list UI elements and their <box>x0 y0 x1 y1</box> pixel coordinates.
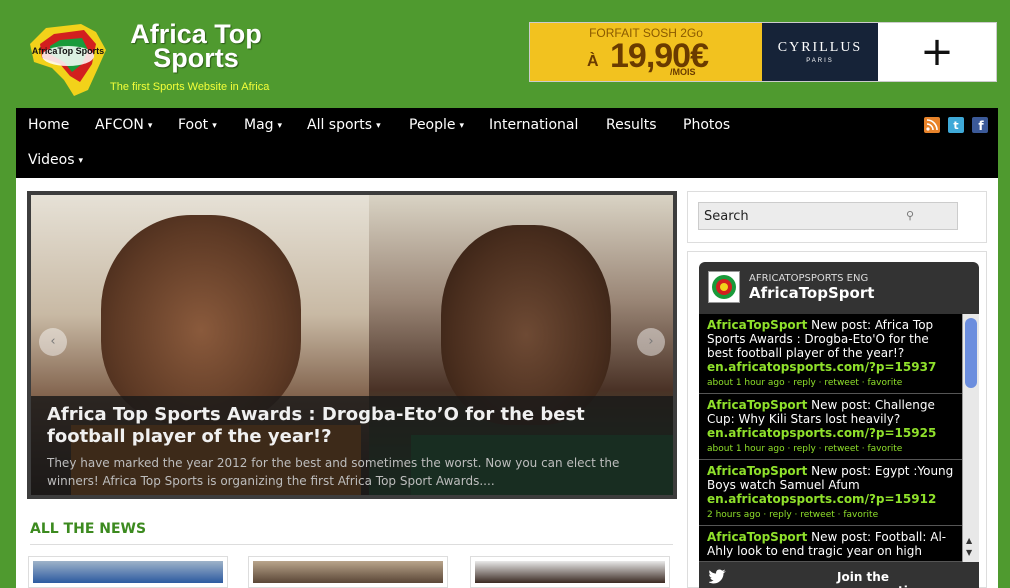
site-logo[interactable]: AfricaTop Sports Africa Top Sports The f… <box>26 18 286 100</box>
ad-cyrillus-name: CYRILLUS <box>777 40 863 55</box>
nav-item-mag[interactable]: Mag ▾ <box>244 117 282 133</box>
news-thumbnail[interactable] <box>28 556 228 588</box>
search-widget: ⚲ <box>687 191 987 243</box>
slider-caption[interactable]: Africa Top Sports Awards : Drogba-Eto’O … <box>31 396 673 495</box>
facebook-icon[interactable]: f <box>972 117 988 133</box>
tweet-item: AfricaTopSport New post: Africa Top Spor… <box>699 314 962 394</box>
tweet-link[interactable]: en.africatopsports.com/?p=15912 <box>707 492 954 506</box>
chevron-down-icon: ▾ <box>277 121 283 131</box>
africa-map-logo-icon: AfricaTop Sports <box>30 24 106 96</box>
chevron-down-icon: ▾ <box>212 121 217 131</box>
twitter-widget: AFRICATOPSPORTS ENG AfricaTopSport Afric… <box>699 262 979 588</box>
nav-item-videos[interactable]: Videos ▾ <box>28 152 83 168</box>
section-title-all-news: ALL THE NEWS <box>30 521 147 537</box>
nav-item-people[interactable]: People ▾ <box>409 117 464 133</box>
main-nav: Home AFCON ▾ Foot ▾ Mag ▾ All sports ▾ Peopl… <box>16 108 998 178</box>
tweet-author[interactable]: AfricaTopSport <box>707 530 807 544</box>
tweet-link[interactable]: en.africatopsports.com/?p=15925 <box>707 426 954 440</box>
ad-sosh[interactable]: FORFAIT SOSH 2Go À 19,90€ /MOIS <box>530 23 762 81</box>
nav-item-photos[interactable]: Photos <box>683 117 734 133</box>
player-photo <box>101 215 301 425</box>
chevron-down-icon: ▾ <box>78 156 84 166</box>
news-thumbnail[interactable] <box>248 556 448 588</box>
slider-next-button[interactable]: › <box>637 328 665 356</box>
svg-text:t: t <box>953 119 958 132</box>
twitter-bird-icon <box>709 569 726 584</box>
tweet-meta[interactable]: about 1 hour ago · reply · retweet · fav… <box>707 444 902 454</box>
nav-item-international[interactable]: International <box>489 117 582 133</box>
twitter-icon[interactable]: t <box>948 117 964 133</box>
tweet-author[interactable]: AfricaTopSport <box>707 398 807 412</box>
main-content: ‹ › Africa Top Sports Awards : Drogba-Et… <box>16 178 998 588</box>
scroll-up-icon[interactable]: ▲ <box>966 536 972 545</box>
nav-item-all-sports[interactable]: All sports ▾ <box>307 117 381 133</box>
rss-icon[interactable] <box>924 117 940 133</box>
join-conversation-link[interactable]: Join the conversation <box>837 570 979 588</box>
svg-text:AfricaTop Sports: AfricaTop Sports <box>32 46 104 56</box>
chevron-down-icon: ▾ <box>459 121 465 131</box>
nav-item-results[interactable]: Results <box>606 117 661 133</box>
tweet-meta[interactable]: 2 hours ago · reply · retweet · favorite <box>707 510 878 520</box>
ad-cyrillus-sub: PARIS <box>806 58 834 64</box>
ad-cyrillus[interactable]: CYRILLUS PARIS <box>762 23 878 81</box>
tweet-author[interactable]: AfricaTopSport <box>707 464 807 478</box>
slider-prev-button[interactable]: ‹ <box>39 328 67 356</box>
news-thumbnail[interactable] <box>470 556 670 588</box>
tweet-meta[interactable]: about 1 hour ago · reply · retweet · fav… <box>707 378 902 388</box>
slide-description: They have marked the year 2012 for the b… <box>47 456 620 488</box>
search-icon[interactable]: ⚲ <box>906 209 914 222</box>
site-title: Africa Top Sports <box>130 19 262 73</box>
site-tagline: The first Sports Website in Africa <box>110 81 270 93</box>
section-divider <box>30 544 673 545</box>
tweet-scrollbar[interactable]: ▲ ▼ <box>962 314 979 562</box>
tweet-item: AfricaTopSport New post: Challenge Cup: … <box>699 394 962 460</box>
tweet-item: AfricaTopSport New post: Football: Al-Ah… <box>699 526 962 562</box>
search-input[interactable] <box>698 202 958 230</box>
ad-plus-icon[interactable]: + <box>878 23 996 81</box>
twitter-widget-footer: Join the conversation <box>699 562 979 588</box>
svg-text:f: f <box>978 119 984 133</box>
tweet-list: AfricaTopSport New post: Africa Top Spor… <box>699 314 962 562</box>
nav-item-foot[interactable]: Foot ▾ <box>178 117 217 133</box>
twitter-account-handle[interactable]: AfricaTopSport <box>749 284 874 302</box>
nav-item-home[interactable]: Home <box>28 117 73 133</box>
nav-item-afcon[interactable]: AFCON ▾ <box>95 117 152 133</box>
twitter-account-name[interactable]: AFRICATOPSPORTS ENG <box>749 273 868 284</box>
featured-slider[interactable]: ‹ › Africa Top Sports Awards : Drogba-Et… <box>27 191 677 499</box>
tweet-link[interactable]: en.africatopsports.com/?p=15937 <box>707 360 954 374</box>
avatar[interactable] <box>708 271 740 303</box>
chevron-down-icon: ▾ <box>376 121 381 131</box>
header-ad-banner[interactable]: FORFAIT SOSH 2Go À 19,90€ /MOIS CYRILLUS… <box>529 22 997 82</box>
ad-sosh-per-month: /MOIS <box>670 67 696 77</box>
player-photo <box>441 225 611 425</box>
twitter-widget-container: AFRICATOPSPORTS ENG AfricaTopSport Afric… <box>687 251 987 588</box>
slide-title[interactable]: Africa Top Sports Awards : Drogba-Eto’O … <box>47 404 657 448</box>
chevron-down-icon: ▾ <box>147 121 153 131</box>
scroll-down-icon[interactable]: ▼ <box>966 548 972 557</box>
scrollbar-thumb[interactable] <box>965 318 977 388</box>
tweet-item: AfricaTopSport New post: Egypt :Young Bo… <box>699 460 962 526</box>
tweet-author[interactable]: AfricaTopSport <box>707 318 807 332</box>
